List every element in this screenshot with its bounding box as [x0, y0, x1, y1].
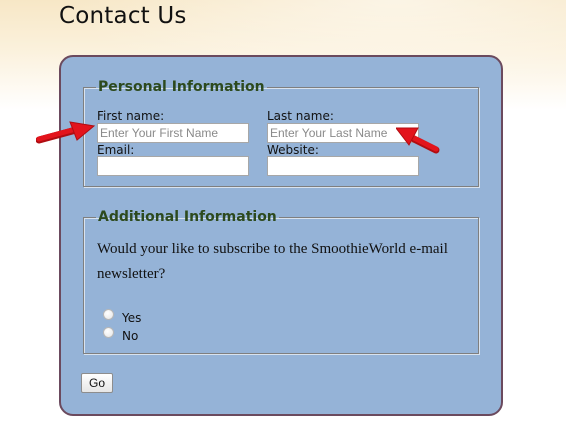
- no-radio[interactable]: [103, 327, 114, 338]
- email-input[interactable]: [97, 156, 249, 176]
- first-name-input[interactable]: [97, 123, 249, 143]
- first-name-label: First name:: [97, 109, 165, 123]
- yes-radio[interactable]: [103, 309, 114, 320]
- personal-information-legend: Personal Information: [98, 79, 265, 95]
- red-arrow-icon: [396, 127, 440, 154]
- last-name-label: Last name:: [267, 109, 334, 123]
- additional-information-legend: Additional Information: [98, 209, 277, 225]
- website-input[interactable]: [267, 156, 419, 176]
- no-radio-label: No: [122, 329, 139, 343]
- page-title: Contact Us: [59, 3, 187, 29]
- red-arrow-icon: [36, 121, 96, 144]
- contact-form: Personal Information First name: Last na…: [59, 55, 503, 416]
- yes-radio-label: Yes: [122, 311, 142, 325]
- go-button[interactable]: Go: [81, 373, 113, 393]
- newsletter-question: Would your like to subscribe to the Smoo…: [97, 241, 448, 282]
